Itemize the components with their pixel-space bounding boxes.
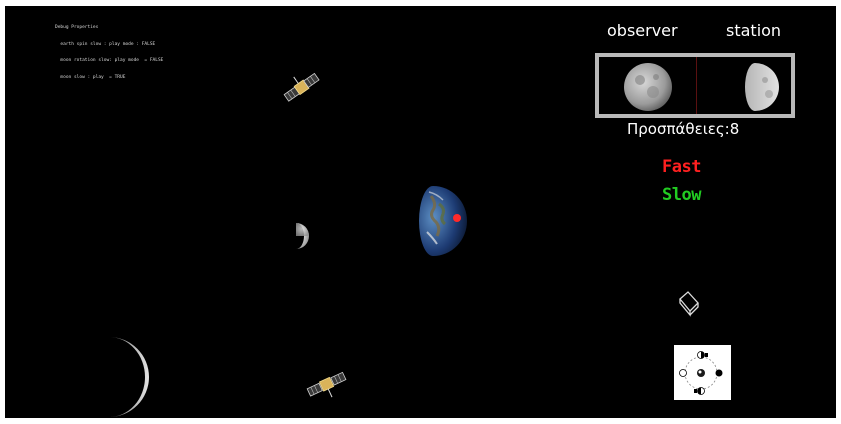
fast-button[interactable]: Fast — [662, 157, 701, 177]
frame-divider — [696, 57, 697, 114]
attempts-counter: Προσπάθειες:8 — [627, 120, 740, 138]
slow-button[interactable]: Slow — [662, 185, 701, 205]
debug-line: earth spin slow : play mode : FALSE — [55, 41, 156, 47]
debug-properties: Debug Properties earth spin slow : play … — [55, 14, 163, 91]
observer-marker — [453, 214, 461, 222]
moon-comparison-frame — [595, 53, 795, 118]
moon-icon — [624, 63, 672, 111]
debug-line: Debug Properties — [55, 25, 99, 30]
orbit-diagram-icon — [679, 351, 723, 395]
camera-icon[interactable] — [676, 289, 702, 317]
moon-icon — [745, 63, 779, 111]
orbit-diagram-panel[interactable] — [674, 345, 731, 400]
satellite-icon[interactable] — [281, 68, 323, 106]
moon-icon — [296, 223, 309, 249]
observer-label: observer — [607, 21, 678, 40]
debug-line: moon rotation slow: play mode = FALSE — [55, 58, 164, 63]
satellite-icon[interactable] — [305, 366, 349, 402]
moon-icon — [109, 337, 149, 417]
debug-line: moon slow : play = TRUE — [55, 74, 126, 80]
game-viewport[interactable]: Debug Properties earth spin slow : play … — [5, 6, 836, 418]
station-label: station — [726, 21, 782, 40]
earth-icon[interactable] — [419, 186, 467, 256]
